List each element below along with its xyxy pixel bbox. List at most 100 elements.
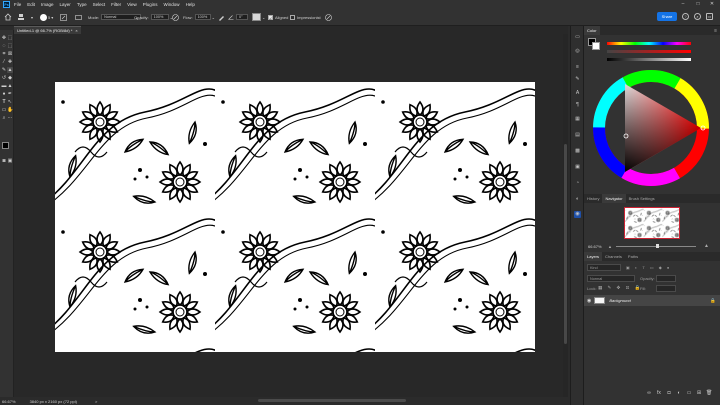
menu-help[interactable]: Help (186, 2, 195, 7)
color-background-swatch[interactable] (592, 42, 600, 50)
tab-paths[interactable]: Paths (625, 252, 641, 261)
photoshop-logo[interactable]: Ps (3, 1, 10, 8)
vertical-scrollbar[interactable] (563, 34, 568, 397)
layer-kind-filter[interactable]: Kind (587, 264, 621, 271)
document-tab-close-icon[interactable]: × (75, 28, 77, 33)
layer-row-background[interactable]: ◉ Background 🔒 (584, 295, 720, 306)
navigator-preview[interactable] (624, 207, 680, 239)
comments-icon[interactable]: ▭ (574, 34, 581, 41)
artboard-tool-icon[interactable]: ⬚ (7, 35, 13, 41)
layer-name[interactable]: Background (609, 298, 630, 303)
tab-channels[interactable]: Channels (602, 252, 625, 261)
menu-filter[interactable]: Filter (111, 2, 121, 7)
maximize-button[interactable]: □ (693, 1, 703, 8)
hue-slider[interactable] (607, 42, 691, 45)
layer-visibility-eye-icon[interactable]: ◉ (587, 298, 591, 304)
document-tab[interactable]: Untitled-1 @ 66.7% (RGB/8#) * × (14, 26, 81, 34)
foreground-color-swatch[interactable] (2, 142, 9, 149)
gradients-icon[interactable]: ▤ (574, 132, 581, 139)
tab-layers[interactable]: Layers (584, 252, 603, 261)
edit-toolbar-icon[interactable]: ⋯ (7, 115, 13, 121)
impressionist-checkbox[interactable] (290, 14, 295, 20)
color-panel-menu-icon[interactable]: ≡ (714, 28, 717, 34)
libraries-icon[interactable]: ▣ (574, 164, 581, 171)
character-icon[interactable]: A (574, 90, 581, 97)
angle-field[interactable]: 0° (236, 14, 248, 20)
workspace-icon[interactable]: ▭ (706, 13, 713, 20)
tool-preset-picker[interactable]: ▾ (31, 13, 33, 21)
zoom-in-icon[interactable]: ▲ (704, 243, 709, 249)
learn-icon[interactable]: ◎ (574, 48, 581, 55)
vertical-scroll-thumb[interactable] (564, 144, 567, 344)
properties-icon[interactable]: ◔ (574, 180, 581, 187)
zoom-out-icon[interactable]: ▲ (608, 244, 612, 249)
aligned-option[interactable]: ✓ Aligned (268, 13, 288, 21)
toggle-brush-settings-icon[interactable] (60, 13, 67, 21)
hand-tool-icon[interactable]: ✋ (7, 107, 13, 113)
status-arrow[interactable]: > (95, 399, 97, 404)
lock-icons[interactable]: ▦ ✎ ✥ ⊡ 🔒 (598, 285, 642, 291)
airbrush-icon[interactable] (218, 13, 225, 21)
clone-source-icon[interactable]: ◉ (574, 211, 581, 218)
opacity-pressure-icon[interactable] (172, 13, 179, 21)
toggle-clone-source-icon[interactable] (75, 13, 82, 21)
path-selection-tool-icon[interactable]: ↖ (7, 99, 13, 105)
menu-edit[interactable]: Edit (27, 2, 35, 7)
clone-stamp-tool-active-icon[interactable]: ▲ (7, 67, 13, 73)
layer-lock-icon[interactable]: 🔒 (710, 298, 716, 304)
link-layers-icon[interactable]: ∞ (646, 390, 652, 396)
share-button[interactable]: Share (657, 12, 677, 21)
tab-color[interactable]: Color (584, 26, 600, 35)
layer-fill-field[interactable] (656, 285, 676, 292)
brightness-slider[interactable] (607, 58, 691, 61)
tab-history[interactable]: History (584, 194, 602, 203)
menu-window[interactable]: Window (164, 2, 180, 7)
layer-mask-icon[interactable]: ◘ (666, 390, 672, 396)
menu-file[interactable]: File (14, 2, 21, 7)
horizontal-scroll-thumb[interactable] (258, 399, 406, 402)
layer-filter-icons[interactable]: ▣ ◐ T ▭ ◆ ● (626, 265, 671, 270)
new-group-icon[interactable]: ▭ (686, 390, 692, 396)
delete-layer-icon[interactable]: 🗑 (706, 390, 712, 396)
close-window-button[interactable]: ✕ (707, 1, 717, 8)
search-icon[interactable]: ⌕ (694, 13, 701, 20)
spot-healing-tool-icon[interactable]: ✚ (7, 59, 13, 65)
swap-colors-icon[interactable] (1, 124, 12, 127)
layer-style-icon[interactable]: fx (656, 390, 662, 396)
minimize-button[interactable]: – (678, 1, 688, 8)
home-icon[interactable] (4, 13, 12, 21)
opacity-field[interactable]: 100% (150, 14, 169, 20)
sample-layers-icon[interactable]: ⌄ (252, 13, 265, 21)
aligned-checkbox[interactable]: ✓ (268, 14, 273, 21)
swatches-icon[interactable]: ▦ (574, 116, 581, 123)
blend-mode-dropdown[interactable]: Normal (587, 275, 635, 282)
document-canvas[interactable] (55, 82, 535, 352)
zoom-level[interactable]: 66.67% (2, 399, 16, 404)
adjustments-icon[interactable]: ≡ (574, 64, 581, 71)
color-wheel[interactable] (589, 66, 719, 196)
navigator-zoom-thumb[interactable] (656, 244, 659, 248)
menu-select[interactable]: Select (93, 2, 106, 7)
brush-preset-picker[interactable]: 5 ▾ (40, 13, 53, 21)
canvas-area[interactable] (14, 34, 568, 397)
impressionist-option[interactable]: Impressionist (290, 13, 321, 21)
menu-type[interactable]: Type (77, 2, 87, 7)
info-icon[interactable]: ◐ (574, 196, 581, 203)
paragraph-icon[interactable]: ¶ (574, 102, 581, 109)
menu-layer[interactable]: Layer (60, 2, 71, 7)
help-icon[interactable]: ? (682, 13, 689, 20)
navigator-zoom[interactable]: 66.67% (588, 244, 602, 249)
menu-image[interactable]: Image (41, 2, 54, 7)
menu-plugins[interactable]: Plugins (143, 2, 158, 7)
clone-stamp-tool-icon[interactable] (17, 13, 25, 21)
eraser-tool-icon[interactable]: ◆ (7, 75, 13, 81)
new-layer-icon[interactable]: ⊞ (696, 390, 702, 396)
screen-mode-icon[interactable]: ▣ (7, 158, 13, 164)
tab-brush-settings[interactable]: Brush Settings (626, 194, 658, 203)
pen-tool-icon[interactable]: ✒ (7, 91, 13, 97)
flow-field[interactable]: 100% (194, 14, 211, 20)
size-pressure-icon[interactable] (325, 13, 332, 21)
adjustment-layer-icon[interactable]: ◐ (676, 390, 682, 396)
menu-view[interactable]: View (127, 2, 137, 7)
tab-navigator[interactable]: Navigator (602, 194, 626, 203)
